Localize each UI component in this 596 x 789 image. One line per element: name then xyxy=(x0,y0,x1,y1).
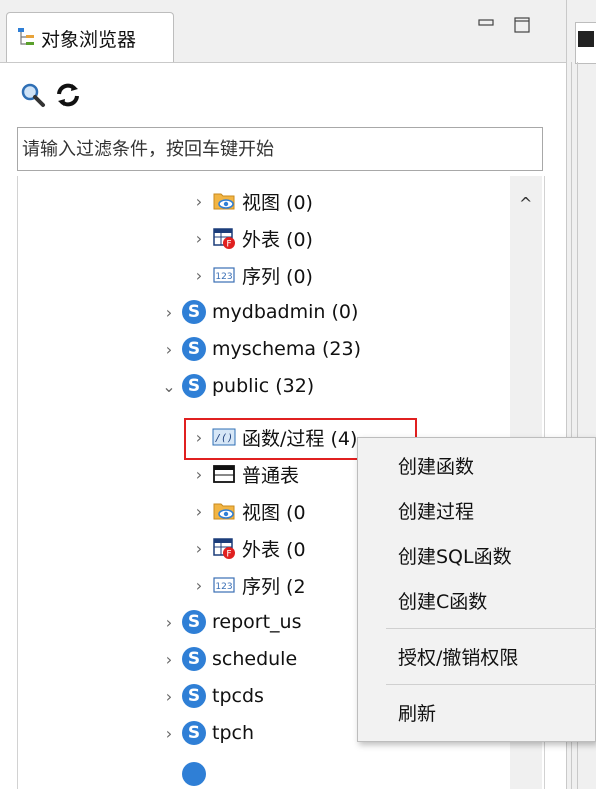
sequence-icon: 123 xyxy=(213,577,235,593)
tree-node[interactable]: › S tpch xyxy=(160,718,254,748)
tree-icon xyxy=(18,28,34,45)
chevron-right-icon[interactable]: › xyxy=(190,192,208,211)
tree-node-label: 序列 (2 xyxy=(242,575,306,598)
chevron-right-icon[interactable]: › xyxy=(160,650,178,669)
terminal-icon xyxy=(578,31,594,47)
tree-node[interactable]: › 视图 (0 xyxy=(190,496,306,526)
chevron-right-icon[interactable]: › xyxy=(190,576,208,595)
schema-icon xyxy=(182,762,206,786)
tree-node[interactable]: ⌄ S public (32) xyxy=(160,371,314,401)
chevron-right-icon[interactable]: › xyxy=(160,303,178,322)
schema-icon: S xyxy=(182,374,206,398)
chevron-right-icon[interactable]: › xyxy=(190,266,208,285)
chevron-up-icon[interactable]: ^ xyxy=(519,194,532,213)
menu-item-refresh[interactable]: 刷新 xyxy=(398,699,436,726)
schema-icon: S xyxy=(182,721,206,745)
foreign-table-icon: F xyxy=(213,228,235,250)
chevron-right-icon[interactable]: › xyxy=(190,539,208,558)
chevron-right-icon[interactable]: › xyxy=(160,687,178,706)
tree-node-label: schedule xyxy=(212,648,298,670)
svg-text:F: F xyxy=(226,240,231,250)
maximize-icon[interactable] xyxy=(511,14,533,36)
menu-separator xyxy=(386,684,596,685)
schema-icon: S xyxy=(182,610,206,634)
tree-node-label: public (32) xyxy=(212,375,315,397)
menu-item-create-c-function[interactable]: 创建C函数 xyxy=(398,587,487,614)
tab-bar: 对象浏览器 xyxy=(0,0,566,63)
tree-node-label: 外表 (0 xyxy=(242,538,306,561)
tree-node-label: myschema (23) xyxy=(212,338,362,360)
tree-node[interactable] xyxy=(160,759,212,789)
search-icon[interactable] xyxy=(18,80,48,110)
tree-node[interactable]: › S schedule xyxy=(160,644,297,674)
schema-icon: S xyxy=(182,647,206,671)
menu-item-grant-revoke[interactable]: 授权/撤销权限 xyxy=(398,643,518,670)
chevron-right-icon[interactable]: › xyxy=(160,613,178,632)
tree-node[interactable]: › F 外表 (0) xyxy=(190,223,313,253)
tree-node[interactable]: › 普通表 xyxy=(190,459,299,489)
menu-separator xyxy=(386,628,596,629)
tree-node-label: 视图 (0) xyxy=(242,191,313,214)
tree-node-label: tpch xyxy=(212,722,254,744)
console-tab[interactable] xyxy=(575,22,596,64)
refresh-icon[interactable] xyxy=(53,80,83,110)
schema-icon: S xyxy=(182,684,206,708)
tree-node-label: 视图 (0 xyxy=(242,501,306,524)
tab-object-browser[interactable]: 对象浏览器 xyxy=(6,12,174,62)
context-menu: 创建函数 创建过程 创建SQL函数 创建C函数 授权/撤销权限 刷新 xyxy=(357,437,596,742)
view-icon xyxy=(213,193,235,210)
tree-node[interactable]: › 123 序列 (0) xyxy=(190,260,313,290)
chevron-right-icon[interactable]: › xyxy=(160,724,178,743)
tree-node[interactable]: › S mydbadmin (0) xyxy=(160,297,358,327)
foreign-table-icon: F xyxy=(213,538,235,560)
schema-icon: S xyxy=(182,300,206,324)
menu-item-create-sql-function[interactable]: 创建SQL函数 xyxy=(398,542,512,569)
tree-node-label: tpcds xyxy=(212,685,264,707)
tree-node[interactable]: › S tpcds xyxy=(160,681,264,711)
schema-icon: S xyxy=(182,337,206,361)
svg-text:F: F xyxy=(226,550,231,560)
tree-node[interactable]: › F 外表 (0 xyxy=(190,533,306,563)
svg-text:123: 123 xyxy=(215,272,232,282)
tree-node[interactable]: › S myschema (23) xyxy=(160,334,361,364)
chevron-right-icon[interactable]: › xyxy=(190,465,208,484)
tree-node[interactable]: › 视图 (0) xyxy=(190,186,313,216)
tree-node[interactable]: › 123 序列 (2 xyxy=(190,570,306,600)
svg-text:123: 123 xyxy=(215,582,232,592)
sequence-icon: 123 xyxy=(213,267,235,283)
filter-input[interactable] xyxy=(18,128,542,170)
chevron-right-icon[interactable]: › xyxy=(190,502,208,521)
tree-node-label: mydbadmin (0) xyxy=(212,301,359,323)
minimize-icon[interactable] xyxy=(475,14,497,36)
table-icon xyxy=(213,465,235,483)
tree-node-label: 序列 (0) xyxy=(242,265,313,288)
filter-field[interactable] xyxy=(17,127,543,171)
menu-item-create-function[interactable]: 创建函数 xyxy=(398,452,474,479)
tree-node-label: 外表 (0) xyxy=(242,228,313,251)
tree-node[interactable]: › S report_us xyxy=(160,607,301,637)
view-icon xyxy=(213,503,235,520)
chevron-right-icon[interactable]: › xyxy=(160,340,178,359)
tab-title: 对象浏览器 xyxy=(41,29,137,51)
tree-node-label: report_us xyxy=(212,611,302,633)
chevron-right-icon[interactable]: › xyxy=(190,229,208,248)
menu-item-create-procedure[interactable]: 创建过程 xyxy=(398,497,474,524)
tree-node-label: 普通表 xyxy=(242,464,300,487)
chevron-down-icon[interactable]: ⌄ xyxy=(160,377,178,396)
